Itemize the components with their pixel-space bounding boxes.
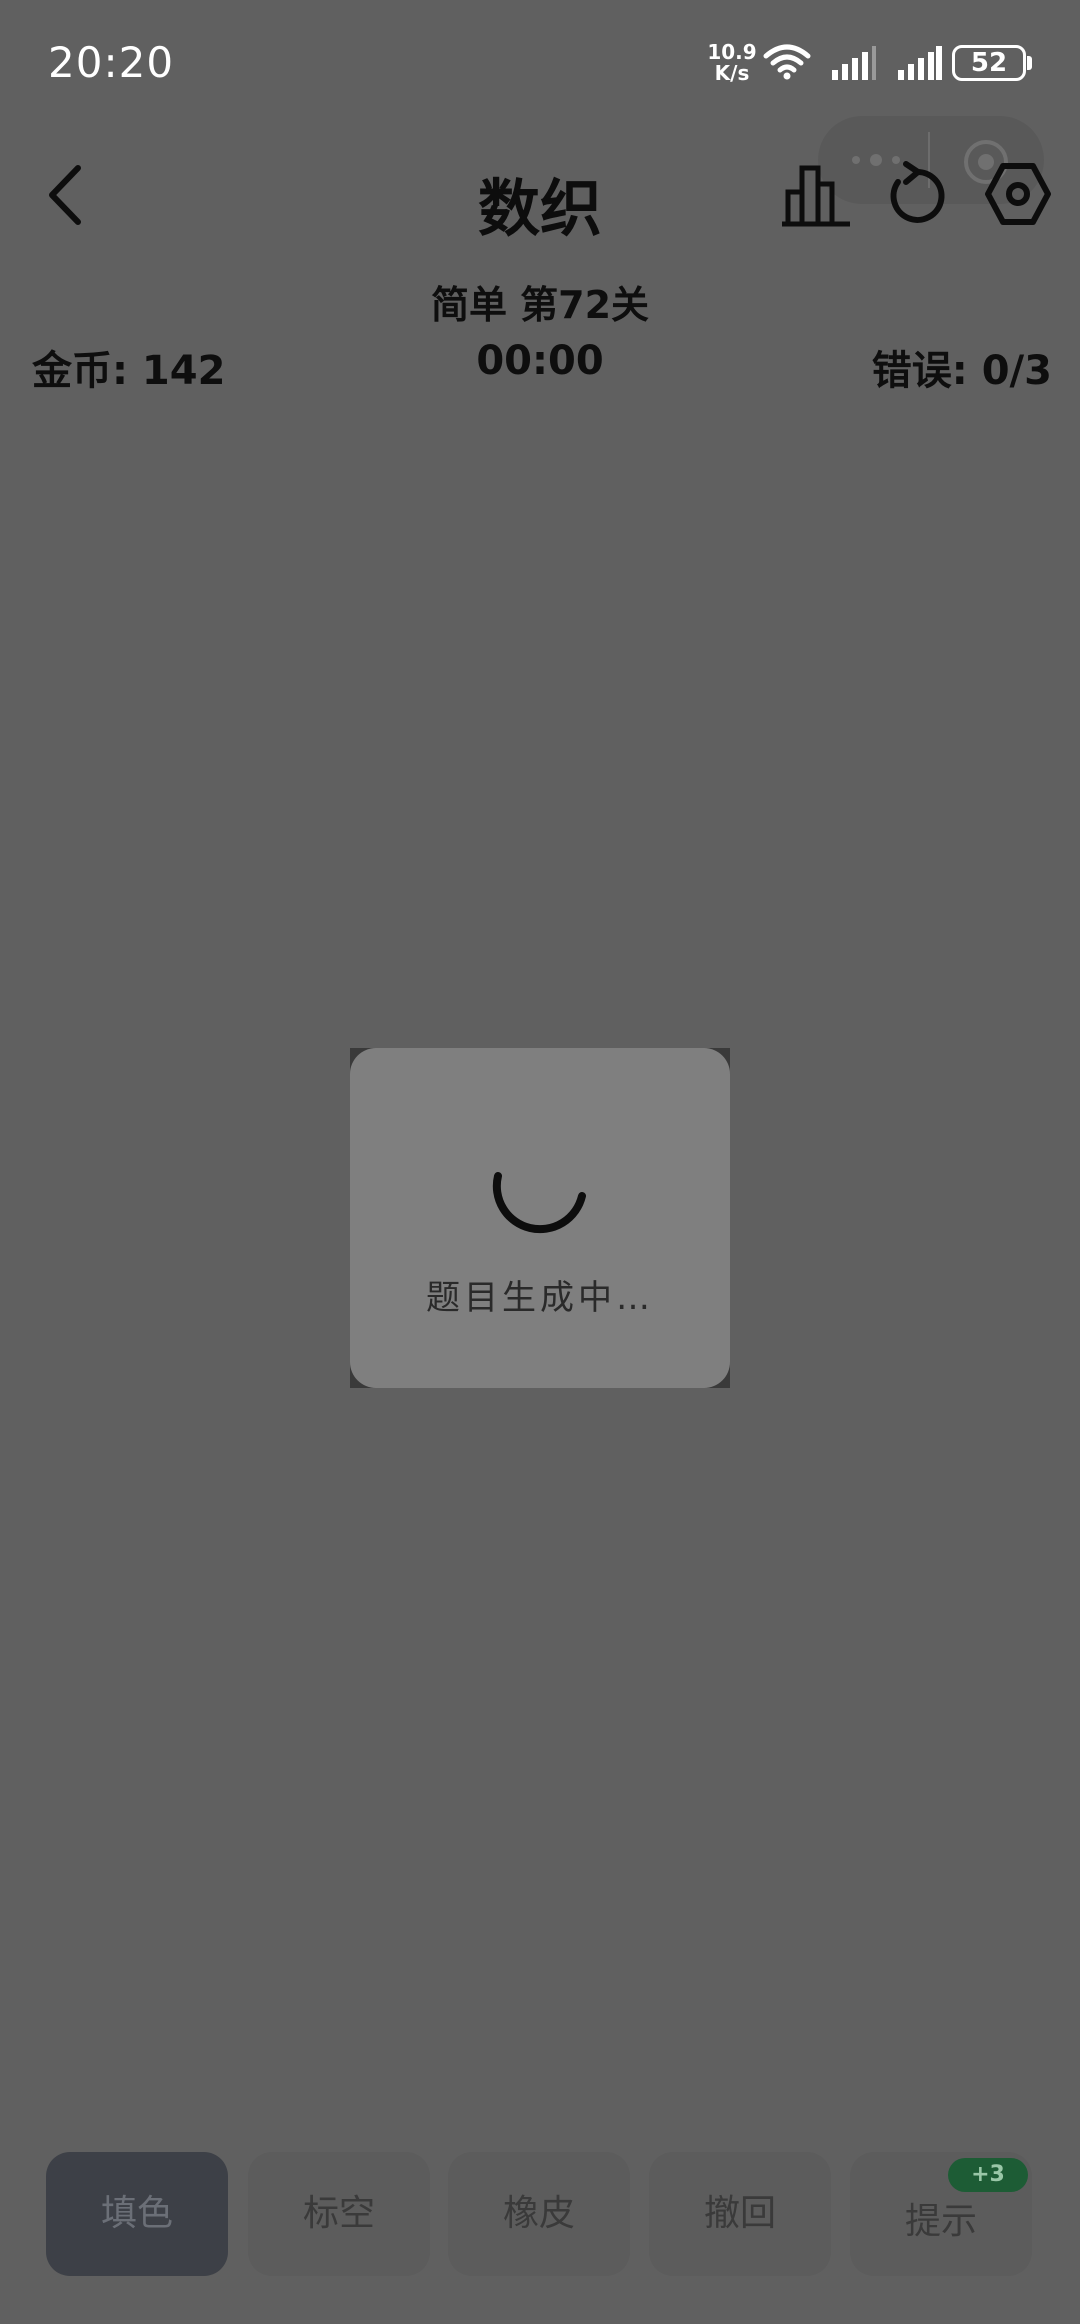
- mark-empty-tool-button[interactable]: 标空: [248, 2152, 430, 2276]
- loading-spinner-icon: [492, 1172, 586, 1234]
- error-counter: 错误: 0/3: [871, 348, 1052, 394]
- hint-count-badge: +3: [948, 2158, 1028, 2192]
- leaderboard-icon[interactable]: [780, 162, 852, 228]
- loading-message: 题目生成中…: [426, 1278, 654, 1318]
- game-timer: 00:00: [476, 338, 604, 384]
- level-label: 简单 第72关: [430, 283, 650, 327]
- fill-tool-button[interactable]: 填色: [46, 2152, 228, 2276]
- wifi-icon: [763, 44, 811, 80]
- settings-icon[interactable]: [984, 160, 1052, 228]
- signal-icon-sim2: [898, 46, 942, 80]
- network-speed-value: 10.9: [707, 40, 757, 64]
- page-title: 数织: [477, 172, 602, 245]
- restart-icon[interactable]: [884, 160, 948, 228]
- status-time: 20:20: [48, 38, 175, 87]
- eraser-tool-button[interactable]: 橡皮: [448, 2152, 630, 2276]
- back-arrow-icon[interactable]: [40, 162, 90, 228]
- signal-icon-sim1: [832, 46, 876, 80]
- battery-tip: [1027, 56, 1032, 70]
- coin-counter: 金币: 142: [32, 348, 226, 394]
- undo-button[interactable]: 撤回: [649, 2152, 831, 2276]
- network-speed: 10.9 K/s: [706, 42, 758, 84]
- battery-indicator: 52: [952, 45, 1026, 81]
- network-speed-unit: K/s: [714, 61, 750, 85]
